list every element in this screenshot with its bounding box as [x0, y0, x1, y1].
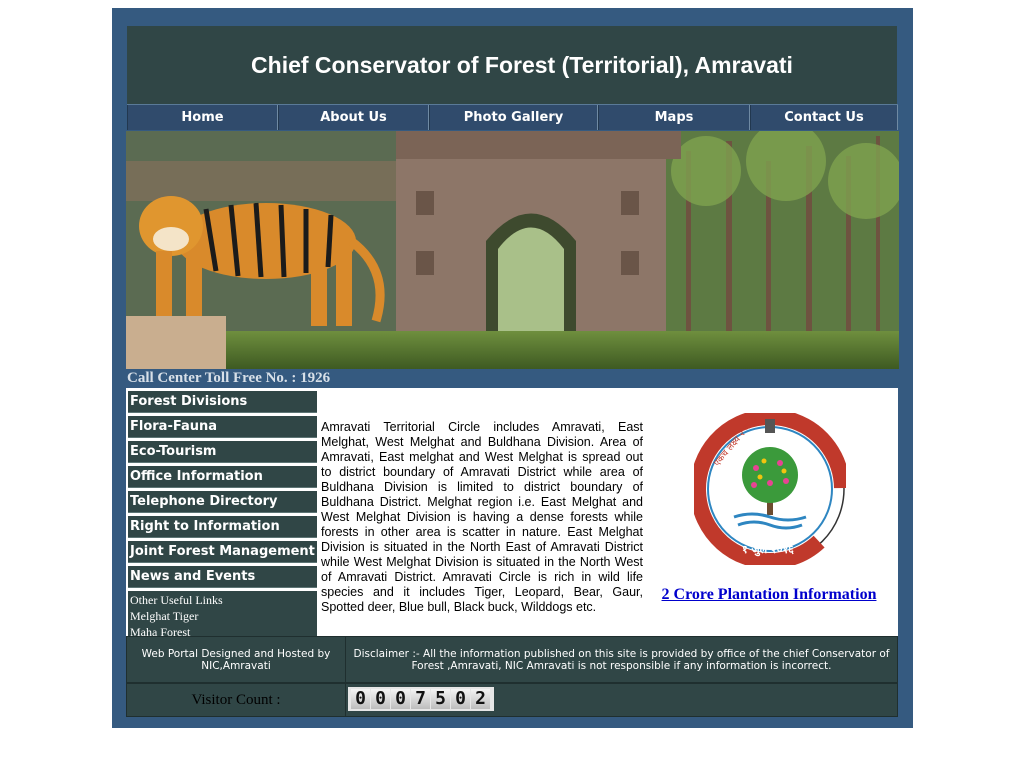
plantation-logo: एकच लक्ष्य २ कोटी वृक्ष १ जुलै २०१६	[690, 402, 850, 569]
sidebar-menu: Forest Divisions Flora-Fauna Eco-Tourism…	[128, 391, 317, 644]
visitor-count-label: Visitor Count :	[191, 691, 281, 708]
sidebar-item-joint-forest-management[interactable]: Joint Forest Management	[128, 541, 317, 563]
sidebar-item-news-and-events[interactable]: News and Events	[128, 566, 317, 588]
counter-digit: 7	[411, 689, 430, 709]
link-melghat-tiger[interactable]: Melghat Tiger	[128, 608, 317, 624]
counter-digit: 5	[431, 689, 450, 709]
nav-maps[interactable]: Maps	[598, 105, 750, 130]
page-frame: Chief Conservator of Forest (Territorial…	[112, 8, 913, 728]
visitor-count-label-cell: Visitor Count :	[127, 684, 346, 716]
nav-contact-us[interactable]: Contact Us	[750, 105, 898, 130]
counter-digit: 0	[351, 689, 370, 709]
other-links-heading: Other Useful Links	[130, 593, 223, 607]
counter-digit: 0	[391, 689, 410, 709]
counter-digit: 0	[451, 689, 470, 709]
logo-bottom-text: १ जुलै २०१६	[742, 542, 794, 557]
nav-home[interactable]: Home	[127, 105, 278, 130]
site-header: Chief Conservator of Forest (Territorial…	[127, 26, 897, 104]
visitor-counter: 0 0 0 7 5 0 2	[348, 687, 494, 711]
sidebar-item-forest-divisions[interactable]: Forest Divisions	[128, 391, 317, 413]
circle-description: Amravati Territorial Circle includes Amr…	[321, 420, 643, 614]
designed-by-text: Web Portal Designed and Hosted by NIC,Am…	[127, 637, 346, 682]
counter-digit: 2	[471, 689, 490, 709]
sidebar-item-flora-fauna[interactable]: Flora-Fauna	[128, 416, 317, 438]
visitor-counter-cell: 0 0 0 7 5 0 2	[346, 684, 897, 716]
sidebar-item-right-to-information[interactable]: Right to Information	[128, 516, 317, 538]
disclaimer-text: Disclaimer :- All the information publis…	[353, 647, 890, 672]
call-center-number: Call Center Toll Free No. : 1926	[127, 370, 331, 386]
sidebar-item-eco-tourism[interactable]: Eco-Tourism	[128, 441, 317, 463]
banner-image	[126, 131, 899, 369]
banner-illustration	[126, 131, 899, 369]
site-title: Chief Conservator of Forest (Territorial…	[251, 51, 793, 78]
top-nav: Home About Us Photo Gallery Maps Contact…	[127, 104, 898, 130]
footer-visitor-row: Visitor Count : 0 0 0 7 5 0 2	[126, 683, 898, 717]
nav-about-us[interactable]: About Us	[278, 105, 429, 130]
nav-photo-gallery[interactable]: Photo Gallery	[429, 105, 598, 130]
counter-digit: 0	[371, 689, 390, 709]
footer-info-row: Web Portal Designed and Hosted by NIC,Am…	[126, 636, 898, 683]
sidebar-item-office-information[interactable]: Office Information	[128, 466, 317, 488]
sidebar-item-telephone-directory[interactable]: Telephone Directory	[128, 491, 317, 513]
plantation-info-link[interactable]: 2 Crore Plantation Information	[656, 586, 882, 604]
main-content: Forest Divisions Flora-Fauna Eco-Tourism…	[126, 388, 898, 644]
